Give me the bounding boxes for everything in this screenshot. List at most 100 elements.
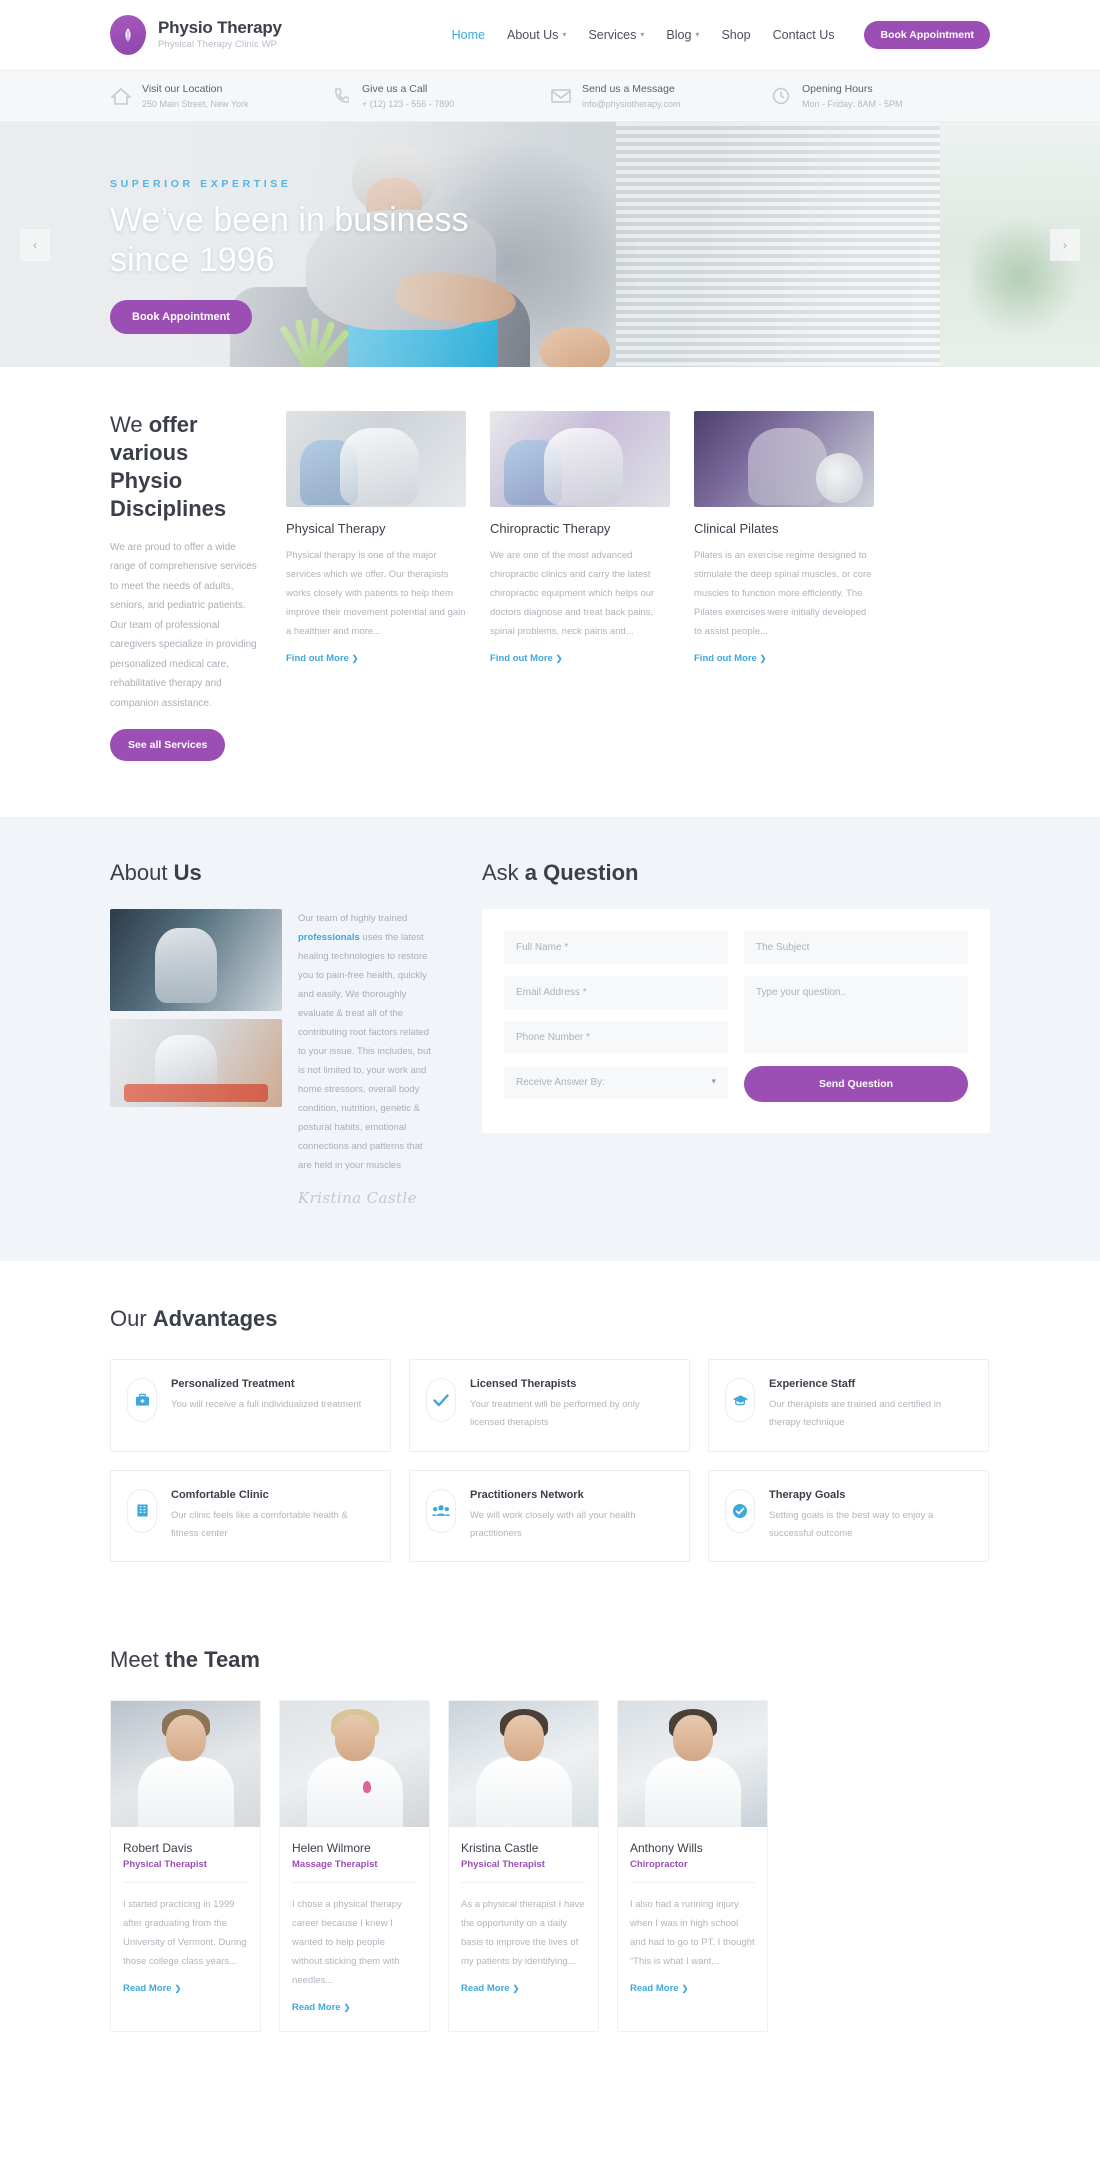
service-title: Clinical Pilates xyxy=(694,521,779,536)
team-member-card[interactable]: Anthony Wills Chiropractor I also had a … xyxy=(617,1699,768,2032)
professionals-link[interactable]: professionals xyxy=(298,932,360,943)
team-member-name: Anthony Wills xyxy=(630,1840,703,1855)
info-subtitle: 250 Main Street, New York xyxy=(142,98,249,109)
slider-next-button[interactable]: › xyxy=(1050,228,1080,261)
graduation-cap-icon xyxy=(725,1378,755,1423)
find-out-more-link[interactable]: Find out More ❯ xyxy=(286,653,359,664)
divider xyxy=(123,1881,248,1883)
nav-label: Contact Us xyxy=(772,28,835,42)
brand-title: Physio Therapy xyxy=(158,18,282,38)
link-label: Find out More xyxy=(694,653,757,664)
team-member-card[interactable]: Helen Wilmore Massage Therapist I chose … xyxy=(279,1699,430,2032)
team-member-role: Chiropractor xyxy=(630,1858,688,1870)
leaf-icon xyxy=(110,15,146,55)
chevron-down-icon: ▾ xyxy=(562,30,567,39)
team-member-photo xyxy=(280,1700,429,1827)
info-title: Visit our Location xyxy=(142,83,223,96)
subject-input[interactable] xyxy=(744,931,968,965)
nav-item-shop[interactable]: Shop xyxy=(721,28,750,42)
ask-question-block: Ask a Question Full Name * Email Address… xyxy=(482,859,990,1134)
team-section: Meet the Team Robert Davis Physical Ther… xyxy=(0,1609,1100,2032)
chevron-right-icon: ❯ xyxy=(512,1983,520,1993)
services-section: We offer various Physio Disciplines We a… xyxy=(0,367,1100,818)
read-more-link[interactable]: Read More ❯ xyxy=(123,1983,181,1994)
team-member-name: Helen Wilmore xyxy=(292,1840,371,1855)
full-name-input[interactable] xyxy=(504,931,728,965)
email-input[interactable] xyxy=(504,976,728,1010)
about-image-2 xyxy=(110,1019,282,1108)
service-card[interactable]: Chiropractic Therapy We are one of the m… xyxy=(490,411,670,666)
hero-book-appointment-button[interactable]: Book Appointment xyxy=(110,300,252,335)
clock-icon xyxy=(770,85,792,107)
chevron-right-icon: › xyxy=(1063,237,1067,252)
info-subtitle: + (12) 123 - 556 - 7890 xyxy=(362,98,455,109)
read-more-link[interactable]: Read More ❯ xyxy=(630,1983,688,1994)
read-more-link[interactable]: Read More ❯ xyxy=(292,2002,350,2013)
ask-heading: Ask a Question xyxy=(482,859,990,887)
see-all-services-button[interactable]: See all Services xyxy=(110,729,226,762)
hero-eyebrow: SUPERIOR EXPERTISE xyxy=(110,178,292,190)
advantage-card: Practitioners Network We will work close… xyxy=(409,1469,690,1562)
team-member-card[interactable]: Kristina Castle Physical Therapist As a … xyxy=(448,1699,599,2032)
brand-logo[interactable]: Physio Therapy Physical Therapy Clinic W… xyxy=(110,15,282,55)
ask-heading-light: Ask xyxy=(482,860,525,886)
team-member-name: Kristina Castle xyxy=(461,1840,539,1855)
advantage-text: Setting goals is the best way to enjoy a… xyxy=(769,1509,934,1539)
question-textarea[interactable] xyxy=(744,976,968,1055)
nav-item-home[interactable]: Home xyxy=(452,28,485,42)
info-location: Visit our Location 250 Main Street, New … xyxy=(110,82,330,109)
service-image xyxy=(694,411,874,507)
about-text-after: uses the latest healing technologies to … xyxy=(298,932,431,1172)
services-heading: We offer various Physio Disciplines xyxy=(110,411,262,524)
about-text: Our team of highly trained professionals… xyxy=(298,909,438,1175)
link-label: Read More xyxy=(630,1982,679,1994)
advantage-card: Licensed Therapists Your treatment will … xyxy=(409,1359,690,1452)
advantages-section: Our Advantages Personalized Treatment Yo… xyxy=(0,1261,1100,1610)
hero-title: We’ve been in business since 1996 xyxy=(110,201,469,280)
team-member-role: Massage Therapist xyxy=(292,1858,378,1870)
about-images xyxy=(110,909,282,1207)
divider xyxy=(630,1881,755,1883)
team-member-bio: I chose a physical therapy career becaus… xyxy=(292,1898,402,1986)
nav-item-blog[interactable]: Blog ▾ xyxy=(666,28,699,42)
receive-answer-by-select-wrap xyxy=(504,1066,728,1100)
chevron-right-icon: ❯ xyxy=(174,1983,182,1993)
advantage-card: Personalized Treatment You will receive … xyxy=(110,1359,391,1452)
nav-label: Shop xyxy=(721,28,751,42)
services-intro: We offer various Physio Disciplines We a… xyxy=(110,411,262,762)
home-icon xyxy=(110,85,132,107)
slider-prev-button[interactable]: ‹ xyxy=(20,228,50,261)
book-appointment-button[interactable]: Book Appointment xyxy=(864,21,990,49)
link-label: Find out More xyxy=(490,653,553,664)
team-heading-light: Meet xyxy=(110,1646,166,1672)
chevron-down-icon: ▾ xyxy=(640,30,645,39)
read-more-link[interactable]: Read More ❯ xyxy=(461,1983,519,1994)
about-heading-light: About xyxy=(110,860,174,886)
nav-item-contact-us[interactable]: Contact Us xyxy=(773,28,835,42)
advantage-title: Experience Staff xyxy=(769,1378,856,1391)
service-card[interactable]: Physical Therapy Physical therapy is one… xyxy=(286,411,466,666)
question-form: Send Question xyxy=(482,909,990,1134)
phone-input[interactable] xyxy=(504,1021,728,1055)
nav-item-about-us[interactable]: About Us ▾ xyxy=(507,28,566,42)
advantage-text: Our therapists are trained and certified… xyxy=(769,1399,942,1429)
send-question-button[interactable]: Send Question xyxy=(744,1066,968,1103)
service-card[interactable]: Clinical Pilates Pilates is an exercise … xyxy=(694,411,874,666)
team-member-card[interactable]: Robert Davis Physical Therapist I starte… xyxy=(110,1699,261,2032)
service-text: Physical therapy is one of the major ser… xyxy=(286,550,466,637)
nav-label: Home xyxy=(451,28,485,42)
receive-answer-by-select[interactable] xyxy=(504,1066,728,1100)
find-out-more-link[interactable]: Find out More ❯ xyxy=(490,653,563,664)
advantage-card: Comfortable Clinic Our clinic feels like… xyxy=(110,1469,391,1562)
service-text: We are one of the most advanced chiropra… xyxy=(490,550,655,637)
find-out-more-link[interactable]: Find out More ❯ xyxy=(694,653,767,664)
info-title: Opening Hours xyxy=(802,83,873,96)
chevron-right-icon: ❯ xyxy=(555,654,563,663)
link-label: Read More xyxy=(292,2001,341,2013)
service-title: Physical Therapy xyxy=(286,521,386,536)
people-icon xyxy=(426,1488,456,1533)
nav-item-services[interactable]: Services ▾ xyxy=(588,28,644,42)
about-image-1 xyxy=(110,909,282,1012)
chevron-right-icon: ❯ xyxy=(343,2002,351,2012)
service-image xyxy=(490,411,670,507)
